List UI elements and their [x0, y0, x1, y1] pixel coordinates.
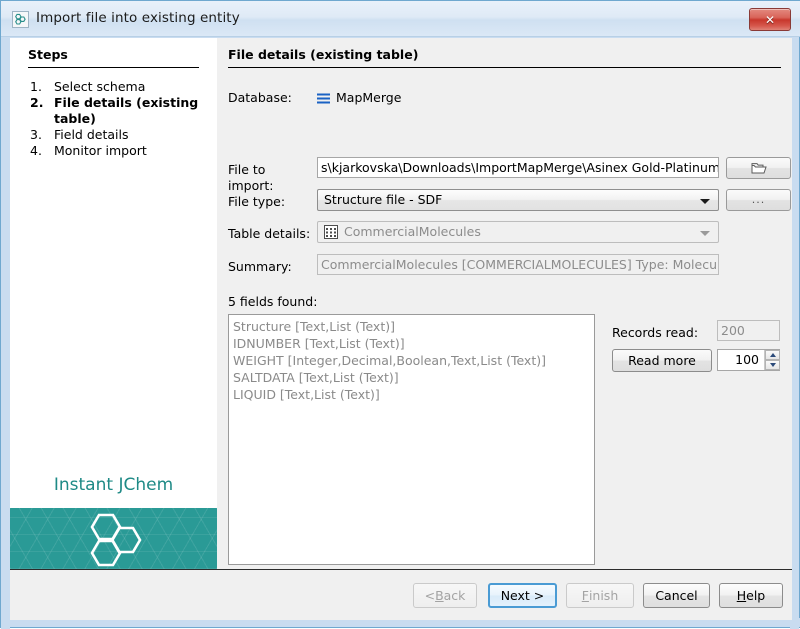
- ellipsis-icon: ...: [751, 193, 766, 206]
- file-type-value: Structure file - SDF: [324, 192, 443, 207]
- branding-panel: [10, 508, 217, 569]
- file-to-import-input[interactable]: s\kjarkovska\Downloads\ImportMapMerge\As…: [317, 157, 719, 178]
- help-label-post: elp: [746, 588, 766, 603]
- dialog-window: Import file into existing entity ✕ Steps…: [0, 0, 800, 629]
- read-count-value[interactable]: 100: [718, 350, 762, 370]
- stepper-buttons: [764, 350, 780, 370]
- read-more-button[interactable]: Read more: [612, 349, 712, 372]
- next-button[interactable]: Next >: [488, 583, 557, 608]
- file-type-select[interactable]: Structure file - SDF: [317, 189, 719, 211]
- step-label: Select schema: [54, 79, 146, 94]
- triangle-up-icon: [769, 353, 776, 357]
- product-name: Instant JChem: [53, 475, 174, 495]
- content-panel: File details (existing table) Database: …: [217, 38, 792, 569]
- file-to-import-label: File to import:: [228, 162, 274, 193]
- triangle-down-icon: [769, 363, 776, 367]
- database-value: MapMerge: [336, 90, 402, 105]
- list-item: WEIGHT [Integer,Decimal,Boolean,Text,Lis…: [233, 353, 546, 368]
- window-title: Import file into existing entity: [36, 10, 240, 26]
- file-type-label: File type:: [228, 194, 286, 209]
- hexagon-cluster-logo-icon: [90, 513, 142, 567]
- read-count-stepper[interactable]: 100: [717, 349, 780, 371]
- cancel-button[interactable]: Cancel: [643, 583, 710, 608]
- steps-panel: Steps 1. Select schema 2. File details (…: [10, 38, 217, 569]
- step-label: Monitor import: [54, 143, 147, 158]
- back-label-post: ack: [443, 588, 466, 603]
- finish-mnemonic: F: [581, 588, 589, 603]
- table-details-select[interactable]: CommercialMolecules: [317, 221, 719, 243]
- back-mnemonic: B: [435, 588, 444, 603]
- step-number: 1.: [30, 79, 42, 94]
- list-item: IDNUMBER [Text,List (Text)]: [233, 336, 405, 351]
- stepper-up-button[interactable]: [765, 350, 780, 360]
- help-button[interactable]: Help: [719, 583, 783, 608]
- fields-found-list[interactable]: Structure [Text,List (Text)] IDNUMBER [T…: [228, 314, 595, 565]
- records-read-value: 200: [717, 320, 780, 341]
- list-item: LIQUID [Text,List (Text)]: [233, 387, 380, 402]
- table-details-label: Table details:: [228, 226, 311, 241]
- table-details-value: CommercialMolecules: [344, 224, 481, 239]
- step-number: 4.: [30, 143, 42, 158]
- read-more-label: Read more: [628, 353, 696, 368]
- chevron-down-icon: [700, 231, 710, 236]
- finish-label-post: inish: [588, 588, 619, 603]
- page-title: File details (existing table): [228, 47, 419, 62]
- records-read-label: Records read:: [612, 325, 699, 340]
- fields-found-caption: 5 fields found:: [228, 294, 318, 309]
- dialog-client-area: Steps 1. Select schema 2. File details (…: [10, 38, 792, 620]
- help-mnemonic: H: [736, 588, 747, 603]
- list-item: Structure [Text,List (Text)]: [233, 319, 395, 334]
- back-button[interactable]: < Back: [413, 583, 477, 608]
- dialog-footer: < Back Next > Finish Cancel Help: [10, 569, 792, 620]
- browse-file-button[interactable]: [726, 157, 791, 179]
- finish-button[interactable]: Finish: [566, 583, 634, 608]
- database-label: Database:: [228, 90, 292, 105]
- close-icon: ✕: [764, 12, 776, 27]
- page-title-divider: [228, 67, 781, 68]
- stepper-down-button[interactable]: [765, 360, 780, 370]
- back-label-pre: <: [424, 588, 436, 603]
- chevron-down-icon: [700, 199, 710, 204]
- table-grid-icon: [324, 225, 338, 239]
- step-label: File details (existing table): [54, 95, 199, 126]
- title-bar: Import file into existing entity ✕: [1, 1, 800, 37]
- file-type-options-button[interactable]: ...: [726, 189, 791, 211]
- step-number: 2.: [30, 95, 44, 110]
- steps-divider: [28, 67, 199, 68]
- steps-heading: Steps: [28, 47, 68, 62]
- database-lines-icon: [317, 93, 330, 104]
- folder-open-icon: [751, 162, 767, 173]
- list-item: SALTDATA [Text,List (Text)]: [233, 370, 399, 385]
- hexagon-cluster-icon: [12, 11, 29, 28]
- step-number: 3.: [30, 127, 42, 142]
- next-label: Next >: [500, 588, 545, 603]
- close-button[interactable]: ✕: [749, 8, 791, 31]
- step-label: Field details: [54, 127, 129, 142]
- cancel-label: Cancel: [655, 588, 698, 603]
- summary-label: Summary:: [228, 259, 292, 274]
- summary-value: CommercialMolecules [COMMERCIALMOLECULES…: [317, 254, 719, 275]
- window-left-border: [1, 37, 10, 629]
